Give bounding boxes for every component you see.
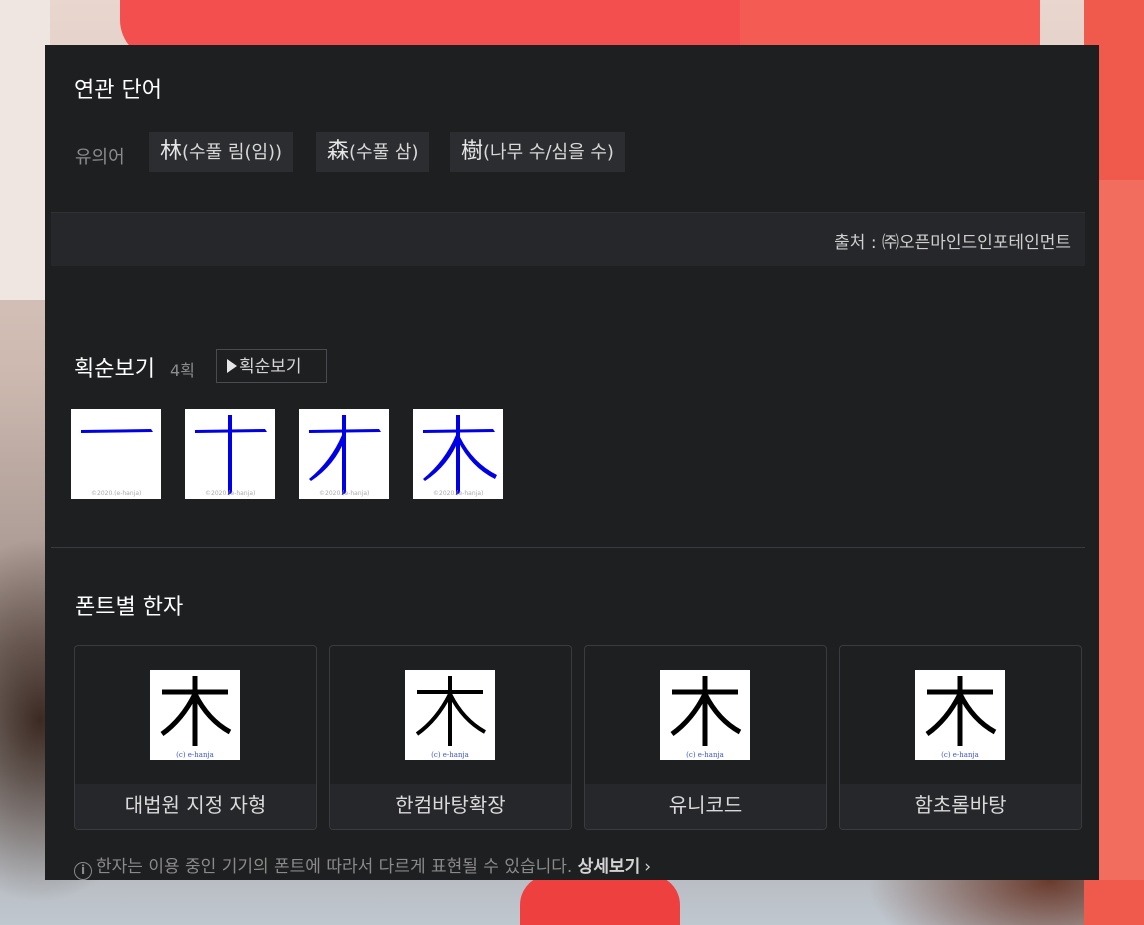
font-card-hancom[interactable]: (c) e-hanja 한컴바탕확장: [329, 645, 572, 830]
stroke-watermark: ©2020.(e-hanja): [205, 490, 256, 497]
font-hanja-title: 폰트별 한자: [75, 595, 184, 620]
font-watermark: (c) e-hanja: [176, 751, 214, 759]
font-notice: i 한자는 이용 중인 기기의 폰트에 따라서 다르게 표현될 수 있습니다. 상…: [74, 852, 651, 880]
font-name: 대법원 지정 자형: [75, 784, 316, 829]
stroke-count: 4획: [170, 361, 195, 380]
font-card-unicode[interactable]: (c) e-hanja 유니코드: [584, 645, 827, 830]
font-sample-image: (c) e-hanja: [150, 670, 240, 760]
stroke-step-2: ©2020.(e-hanja): [185, 409, 275, 499]
synonym-hanja: 樹: [461, 139, 484, 164]
synonym-reading: (수풀 림(임)): [182, 142, 283, 163]
info-circle-icon: i: [74, 862, 92, 880]
synonym-reading: (나무 수/심을 수): [483, 142, 614, 163]
stroke-watermark: ©2020.(e-hanja): [433, 490, 484, 497]
font-sample-image: (c) e-hanja: [405, 670, 495, 760]
font-sample-image: (c) e-hanja: [660, 670, 750, 760]
play-icon: [227, 359, 237, 373]
synonym-hanja: 林: [160, 139, 183, 164]
synonym-chip-su[interactable]: 樹(나무 수/심을 수): [450, 132, 625, 172]
font-watermark: (c) e-hanja: [941, 751, 979, 759]
source-bar: 출처 : ㈜오픈마인드인포테인먼트: [51, 212, 1085, 266]
synonym-label: 유의어: [75, 147, 125, 168]
related-words-title: 연관 단어: [74, 78, 162, 103]
font-card-court[interactable]: (c) e-hanja 대법원 지정 자형: [74, 645, 317, 830]
font-name: 함초롬바탕: [840, 784, 1081, 829]
synonym-chip-sam[interactable]: 森(수풀 삼): [316, 132, 430, 172]
section-divider: [51, 547, 1085, 548]
hanja-detail-panel: 연관 단어 유의어 林(수풀 림(임)) 森(수풀 삼) 樹(나무 수/심을 수…: [45, 45, 1099, 880]
synonym-reading: (수풀 삼): [349, 142, 419, 163]
font-notice-text: 한자는 이용 중인 기기의 폰트에 따라서 다르게 표현될 수 있습니다.: [96, 857, 573, 877]
synonym-hanja: 森: [327, 139, 350, 164]
stroke-order-play-button[interactable]: 획순보기: [216, 349, 327, 383]
detail-view-link[interactable]: 상세보기: [578, 857, 641, 877]
font-name: 한컴바탕확장: [330, 784, 571, 829]
font-watermark: (c) e-hanja: [686, 751, 724, 759]
font-sample-image: (c) e-hanja: [915, 670, 1005, 760]
stroke-watermark: ©2020.(e-hanja): [91, 490, 142, 497]
font-watermark: (c) e-hanja: [431, 751, 469, 759]
stroke-watermark: ©2020.(e-hanja): [319, 490, 370, 497]
stroke-step-4: ©2020.(e-hanja): [413, 409, 503, 499]
stroke-step-3: ©2020.(e-hanja): [299, 409, 389, 499]
source-text: 출처 : ㈜오픈마인드인포테인먼트: [834, 233, 1071, 253]
synonym-chip-lim[interactable]: 林(수풀 림(임)): [149, 132, 294, 172]
font-card-hamchorom[interactable]: (c) e-hanja 함초롬바탕: [839, 645, 1082, 830]
stroke-order-button-label: 획순보기: [239, 357, 302, 377]
stroke-order-title: 획순보기: [74, 357, 155, 382]
font-name: 유니코드: [585, 784, 826, 829]
stroke-step-1: ©2020.(e-hanja): [71, 409, 161, 499]
chevron-right-icon[interactable]: ›: [644, 857, 651, 877]
